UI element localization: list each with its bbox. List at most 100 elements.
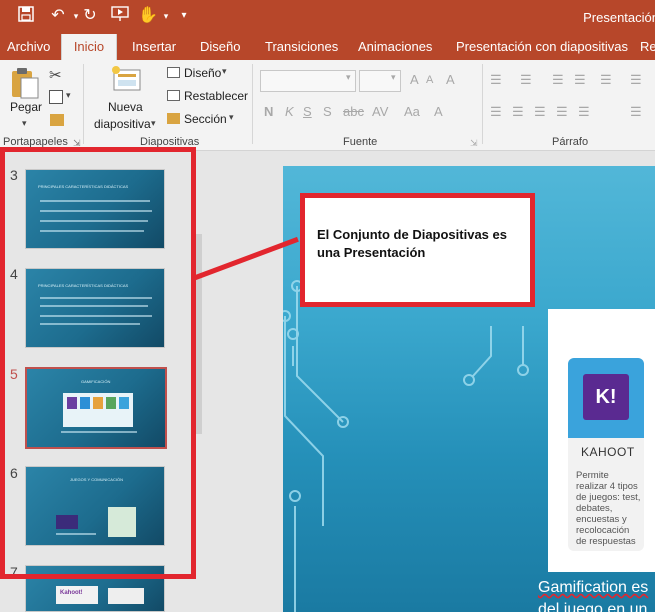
font-name-field[interactable] (260, 70, 356, 92)
redo-icon[interactable]: ↻ (80, 6, 100, 26)
format-painter-icon[interactable] (50, 114, 64, 126)
section-dropdown-icon[interactable]: ▾ (229, 112, 234, 123)
align-center-icon[interactable]: ☰ (512, 104, 524, 120)
thumbnail-image (108, 507, 136, 537)
numbering-icon[interactable]: ☰ (520, 72, 532, 88)
thumbnail-text-line (40, 315, 152, 317)
line-spacing-icon[interactable]: ☰ (600, 72, 612, 88)
slide-thumbnail[interactable]: JUEGOS Y COMUNICACIÓN (25, 466, 165, 546)
kahoot-card: K! KAHOOT Permite realizar 4 tipos de ju… (568, 358, 644, 551)
thumbnail-text-line (40, 210, 152, 212)
slide-number: 3 (10, 167, 18, 183)
group-slides-label: Diapositivas (140, 136, 200, 148)
thumbnail-title: JUEGOS Y COMUNICACIÓN (70, 477, 123, 482)
tab-revisar[interactable]: Re (640, 34, 655, 60)
reset-button[interactable]: Restablecer (184, 89, 248, 103)
title-bar: ↶ ▾ ↻ ✋ ▾ ▾ Presentación (0, 0, 655, 34)
copy-icon[interactable] (49, 90, 63, 104)
callout-text: El Conjunto de Diapositivas es una Prese… (317, 227, 507, 260)
annotation-callout: El Conjunto de Diapositivas es una Prese… (300, 193, 535, 307)
body-text-line: del juego en un (538, 601, 648, 612)
paste-icon[interactable] (10, 66, 40, 100)
thumbnail-title: PRINCIPALES CARACTERÍSTICAS DIDÁCTICAS (38, 283, 129, 288)
shrink-font-icon[interactable]: A (426, 74, 433, 86)
font-size-dropdown-icon[interactable]: ▾ (391, 72, 396, 83)
layout-button[interactable]: Diseño (184, 66, 221, 80)
kahoot-title: KAHOOT (581, 445, 635, 459)
group-clipboard-label: Portapapeles (3, 136, 68, 148)
font-color-icon[interactable]: A (434, 104, 443, 119)
touch-mode-icon[interactable]: ✋ (138, 6, 158, 26)
align-left-icon[interactable]: ☰ (490, 104, 502, 120)
font-name-dropdown-icon[interactable]: ▾ (346, 72, 351, 83)
slide-thumbnail[interactable]: PRINCIPALES CARACTERÍSTICAS DIDÁCTICAS (25, 268, 165, 348)
thumbnail-image (106, 397, 116, 409)
customize-toolbar-icon[interactable]: ▾ (174, 6, 194, 26)
tab-inicio[interactable]: Inicio (61, 34, 117, 60)
tab-transiciones[interactable]: Transiciones (265, 34, 338, 60)
thumbnail-text-line (40, 323, 140, 325)
decrease-indent-icon[interactable]: ☰ (552, 72, 564, 88)
body-text-line: Gamification es (538, 579, 649, 596)
align-text-icon[interactable]: ☰ (630, 104, 642, 120)
new-slide-dropdown-icon[interactable]: ▾ (151, 118, 156, 129)
reset-icon (167, 90, 180, 101)
save-icon[interactable] (16, 6, 36, 26)
strikethrough-icon[interactable]: abc (343, 104, 364, 119)
underline-icon[interactable]: S (303, 104, 312, 119)
grow-font-icon[interactable]: A (410, 72, 419, 87)
group-separator (482, 64, 483, 144)
clear-format-icon[interactable]: A (446, 72, 455, 87)
clipboard-launcher-icon[interactable]: ⇲ (73, 138, 81, 149)
section-button[interactable]: Sección (184, 112, 227, 126)
align-right-icon[interactable]: ☰ (534, 104, 546, 120)
bullets-icon[interactable]: ☰ (490, 72, 502, 88)
layout-dropdown-icon[interactable]: ▾ (222, 66, 227, 77)
present-from-start-icon[interactable] (110, 6, 130, 26)
thumbnail-image (93, 397, 103, 409)
paste-button[interactable]: Pegar (10, 100, 42, 114)
columns-icon[interactable]: ☰ (578, 104, 590, 120)
increase-indent-icon[interactable]: ☰ (574, 72, 586, 88)
new-slide-label[interactable]: Nueva (108, 100, 143, 114)
slide-number: 5 (10, 366, 18, 382)
slide-thumbnail-selected[interactable]: GAMIFICACIÓN (25, 367, 167, 449)
paste-dropdown-icon[interactable]: ▾ (22, 118, 27, 129)
tab-animaciones[interactable]: Animaciones (358, 34, 432, 60)
window-title: Presentación (583, 10, 655, 25)
touch-dropdown-icon[interactable]: ▾ (156, 6, 176, 26)
slide-number: 6 (10, 465, 18, 481)
justify-icon[interactable]: ☰ (556, 104, 568, 120)
new-slide-button[interactable]: diapositiva (94, 117, 151, 131)
slide-number: 4 (10, 266, 18, 282)
group-separator (252, 64, 253, 144)
change-case-icon[interactable]: Aa (404, 104, 420, 119)
text-direction-icon[interactable]: ☰ (630, 72, 642, 88)
group-paragraph-label: Párrafo (552, 136, 589, 148)
cut-icon[interactable]: ✂ (49, 66, 62, 84)
tab-insertar[interactable]: Insertar (132, 34, 176, 60)
bold-icon[interactable]: N (264, 104, 273, 119)
ribbon-tabs: Archivo Inicio Insertar Diseño Transicio… (0, 34, 655, 60)
undo-icon[interactable]: ↶ (48, 6, 68, 26)
ribbon: Pegar ▾ ✂ ▾ Portapapeles ⇲ Nueva diaposi… (0, 60, 655, 151)
italic-icon[interactable]: K (285, 104, 294, 119)
thumbnail-image (108, 588, 144, 604)
thumbnail-title: PRINCIPALES CARACTERÍSTICAS DIDÁCTICAS (38, 184, 129, 189)
tab-presentacion[interactable]: Presentación con diapositivas (456, 34, 628, 60)
thumbnail-image (80, 397, 90, 409)
tab-diseno[interactable]: Diseño (200, 34, 240, 60)
section-icon (167, 113, 180, 124)
thumbnails-scrollbar[interactable] (194, 234, 202, 434)
slide-body-text: Gamification es del juego en un (538, 577, 648, 612)
font-launcher-icon[interactable]: ⇲ (470, 138, 478, 149)
slide-thumbnail[interactable]: PRINCIPALES CARACTERÍSTICAS DIDÁCTICAS (25, 169, 165, 249)
character-spacing-icon[interactable]: AV (372, 104, 388, 119)
thumbnail-image (56, 515, 78, 529)
slide-thumbnail[interactable]: Kahoot! (25, 565, 165, 612)
shadow-icon[interactable]: S (323, 104, 332, 119)
copy-dropdown-icon[interactable]: ▾ (66, 90, 71, 101)
tab-archivo[interactable]: Archivo (7, 34, 50, 60)
new-slide-icon[interactable] (110, 64, 142, 92)
kahoot-description: Permite realizar 4 tipos de juegos: test… (576, 470, 641, 547)
